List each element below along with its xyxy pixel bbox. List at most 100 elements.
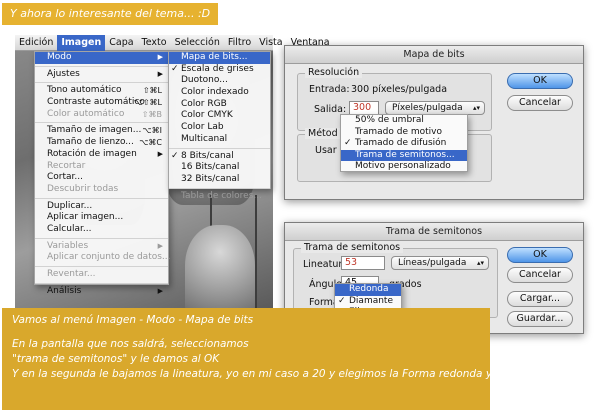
menu-vista[interactable]: Vista xyxy=(255,35,286,51)
menu-shortcut: ⌥⌘C xyxy=(139,138,162,148)
menu-separator xyxy=(35,266,168,267)
menu-item-label: Descubrir todas xyxy=(47,183,119,194)
menu-item-label: Motivo personalizado xyxy=(355,161,451,171)
chevron-updown-icon: ▴▾ xyxy=(476,259,484,267)
menu-item-label: Duotono... xyxy=(181,75,228,86)
menu-separator xyxy=(35,237,168,239)
menu-edicion[interactable]: Edición xyxy=(15,35,57,51)
menu-separator xyxy=(35,82,168,84)
modo-item-duotono[interactable]: Duotono... xyxy=(169,75,270,87)
imagen-item-descubrir-todas: Descubrir todas xyxy=(35,184,168,196)
imagen-item-tono-automatico[interactable]: Tono automático ⇧⌘L xyxy=(35,85,168,97)
cancel-button[interactable]: Cancelar xyxy=(507,267,573,283)
entrada-label: Entrada: xyxy=(309,84,350,95)
menu-item-label: Ajustes xyxy=(47,68,80,79)
metodo-option-50-de-umbral[interactable]: 50% de umbral xyxy=(341,115,467,127)
metodo-option-tramado-de-difusion[interactable]: ✓ Tramado de difusión xyxy=(341,138,467,150)
salida-unit-popup[interactable]: Píxeles/pulgada ▴▾ xyxy=(385,101,485,115)
entrada-value: 300 píxeles/pulgada xyxy=(351,84,448,95)
imagen-item-reventar: Reventar... xyxy=(35,269,168,281)
imagen-item-tamano-de-imagen[interactable]: Tamaño de imagen... ⌥⌘I xyxy=(35,125,168,137)
modo-item-mapa-de-bits[interactable]: Mapa de bits... xyxy=(169,52,270,64)
submenu-arrow-icon: ▶ xyxy=(157,241,163,250)
menu-imagen[interactable]: Imagen xyxy=(57,34,106,51)
menu-item-label: Tabla de colores... xyxy=(181,190,262,201)
menu-item-label: Tramado de difusión xyxy=(355,138,447,148)
menu-item-label: Duplicar... xyxy=(47,200,93,211)
modo-item-color-lab[interactable]: Color Lab xyxy=(169,122,270,134)
menu-texto[interactable]: Texto xyxy=(138,35,171,51)
modo-item-32-bits-canal[interactable]: 32 Bits/canal xyxy=(169,174,270,186)
child-figure xyxy=(185,225,255,308)
forma-option-redonda[interactable]: Redonda xyxy=(335,284,401,296)
cancel-button[interactable]: Cancelar xyxy=(507,95,573,111)
caption-line: En la pantalla que nos saldrá, seleccion… xyxy=(12,338,249,350)
modo-item-color-rgb[interactable]: Color RGB xyxy=(169,99,270,111)
menu-item-label: Contraste automático xyxy=(47,97,145,108)
menu-shortcut: ⇧⌘B xyxy=(141,109,162,119)
modo-item-tabla-de-colores: Tabla de colores... xyxy=(169,191,270,203)
submenu-arrow-icon: ▶ xyxy=(157,286,163,295)
menu-item-label: Tramado de motivo xyxy=(355,126,442,137)
usar-label: Usar xyxy=(315,145,337,156)
modo-item-color-indexado[interactable]: Color indexado xyxy=(169,87,270,99)
menu-item-label: Color Lab xyxy=(181,122,224,133)
menu-item-label: Cortar... xyxy=(47,172,83,183)
menu-separator xyxy=(169,147,270,149)
imagen-item-recortar: Recortar xyxy=(35,161,168,173)
salida-input[interactable]: 300 xyxy=(349,101,379,115)
imagen-item-aplicar-imagen[interactable]: Aplicar imagen... xyxy=(35,212,168,224)
load-button[interactable]: Cargar... xyxy=(507,291,573,307)
ok-button[interactable]: OK xyxy=(507,247,573,263)
imagen-item-tamano-de-lienzo[interactable]: Tamaño de lienzo... ⌥⌘C xyxy=(35,137,168,149)
menu-separator xyxy=(35,65,168,67)
modo-item-8-bits-canal[interactable]: ✓ 8 Bits/canal xyxy=(169,151,270,163)
menu-shortcut: ⇧⌘L xyxy=(142,86,162,96)
popup-value: Píxeles/pulgada xyxy=(392,103,463,113)
menu-shortcut: ⌥⇧⌘L xyxy=(133,98,162,108)
imagen-item-ajustes[interactable]: Ajustes ▶ xyxy=(35,69,168,81)
caption-bottom: Vamos al menú Imagen - Modo - Mapa de bi… xyxy=(2,308,572,410)
forma-option-diamante[interactable]: ✓ Diamante xyxy=(335,296,401,308)
menu-item-label: Escala de grises xyxy=(181,63,254,74)
imagen-item-contraste-automatico[interactable]: Contraste automático ⌥⇧⌘L xyxy=(35,97,168,109)
menu-item-label: Color RGB xyxy=(181,98,227,109)
metodo-option-trama-de-semitonos[interactable]: Trama de semitonos... xyxy=(341,149,467,161)
modo-item-escala-de-grises[interactable]: ✓ Escala de grises xyxy=(169,64,270,76)
menu-filtro[interactable]: Filtro xyxy=(224,35,255,51)
save-button[interactable]: Guardar... xyxy=(507,311,573,327)
imagen-item-rotacion-de-imagen[interactable]: Rotación de imagen ▶ xyxy=(35,149,168,161)
imagen-item-aplicar-conjunto-de-datos: Aplicar conjunto de datos... xyxy=(35,252,171,264)
modo-item-multicanal[interactable]: Multicanal xyxy=(169,134,270,146)
chevron-updown-icon: ▴▾ xyxy=(472,104,480,112)
imagen-item-duplicar[interactable]: Duplicar... xyxy=(35,201,168,213)
menu-shortcut: ⌥⌘I xyxy=(142,126,162,136)
metodo-option-motivo-personalizado[interactable]: Motivo personalizado xyxy=(341,161,467,173)
menu-capa[interactable]: Capa xyxy=(105,35,137,51)
imagen-item-cortar[interactable]: Cortar... xyxy=(35,172,168,184)
submenu-arrow-icon: ▶ xyxy=(157,149,163,158)
imagen-item-analisis[interactable]: Análisis ▶ xyxy=(35,286,168,298)
menu-item-label: 32 Bits/canal xyxy=(181,173,240,184)
menu-item-label: Trama de semitonos... xyxy=(355,149,455,160)
imagen-item-color-automatico: Color automático ⇧⌘B xyxy=(35,109,168,121)
menu-seleccion[interactable]: Selección xyxy=(171,35,224,51)
lineatura-input[interactable]: 53 xyxy=(341,256,385,270)
modo-item-16-bits-canal[interactable]: 16 Bits/canal xyxy=(169,162,270,174)
modo-item-color-cmyk[interactable]: Color CMYK xyxy=(169,110,270,122)
menu-item-label: Aplicar conjunto de datos... xyxy=(47,252,171,263)
imagen-item-calcular[interactable]: Calcular... xyxy=(35,224,168,236)
group-label: Trama de semitonos xyxy=(301,242,404,253)
submenu-arrow-icon: ▶ xyxy=(157,53,163,61)
metodo-option-tramado-de-motivo[interactable]: Tramado de motivo xyxy=(341,127,467,139)
swing-rope xyxy=(255,195,257,308)
menu-bar: Edición Imagen Capa Texto Selección Filt… xyxy=(15,34,330,51)
menu-item-label: Aplicar imagen... xyxy=(47,212,124,223)
checkmark-icon: ✓ xyxy=(171,150,179,161)
imagen-item-modo[interactable]: Modo ▶ xyxy=(35,52,168,64)
lineatura-unit-popup[interactable]: Líneas/pulgada ▴▾ xyxy=(391,256,489,270)
caption-top: Y ahora lo interesante del tema... :D xyxy=(2,3,219,25)
menu-item-label: Mapa de bits... xyxy=(181,52,248,62)
ok-button[interactable]: OK xyxy=(507,73,573,89)
menu-item-label: Tamaño de lienzo... xyxy=(47,137,134,148)
